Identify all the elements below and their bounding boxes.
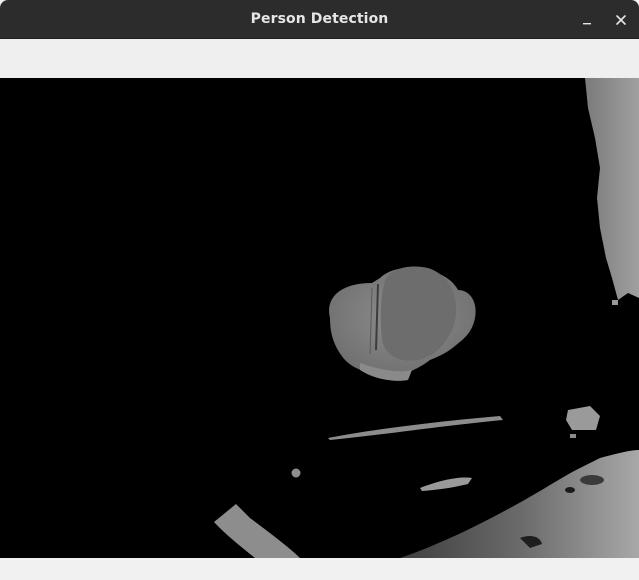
- depth-image: [0, 78, 639, 558]
- close-button[interactable]: [610, 9, 632, 31]
- minimize-icon: [583, 23, 591, 25]
- window-title: Person Detection: [250, 11, 389, 27]
- depth-speck: [612, 300, 618, 305]
- depth-floor-pocket: [565, 487, 575, 493]
- close-icon: [616, 15, 626, 25]
- depth-floor-pocket: [580, 475, 604, 485]
- depth-image-viewport: [0, 78, 639, 558]
- window-titlebar[interactable]: Person Detection: [0, 0, 639, 39]
- depth-speck: [570, 434, 576, 438]
- depth-background: [0, 78, 639, 558]
- minimize-button[interactable]: [576, 9, 598, 31]
- status-strip: [0, 558, 639, 580]
- depth-small-object: [291, 468, 301, 478]
- toolbar-strip: [0, 39, 639, 78]
